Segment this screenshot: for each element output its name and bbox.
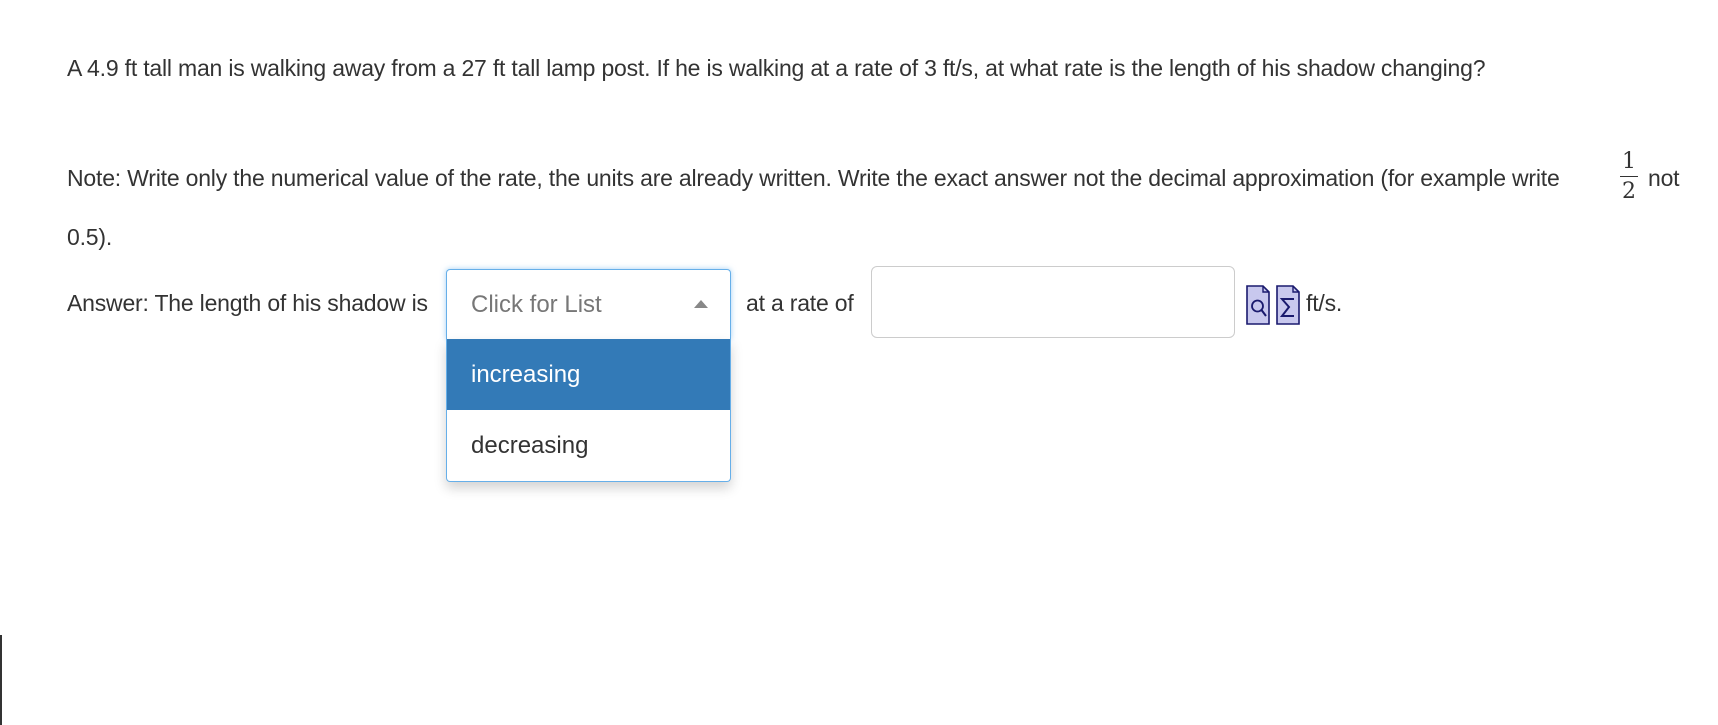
units-label: ft/s. [1306, 290, 1343, 316]
shadow-direction-select[interactable]: Click for List [446, 269, 731, 339]
note-text-after-fraction: not [1648, 165, 1680, 191]
rate-label: at a rate of [746, 290, 854, 316]
question-page: A 4.9 ft tall man is walking away from a… [0, 0, 1718, 725]
answer-prefix-label: Answer: The length of his shadow is [67, 290, 428, 316]
fraction-denominator: 2 [1622, 179, 1636, 204]
question-text: A 4.9 ft tall man is walking away from a… [67, 55, 1486, 81]
caret-up-icon[interactable] [694, 300, 708, 308]
select-dropdown-list: increasing decreasing [446, 339, 731, 482]
text-cursor [0, 635, 2, 725]
fraction-numerator: 1 [1622, 149, 1636, 174]
preview-document-icon[interactable] [1245, 284, 1271, 326]
fraction-bar [1620, 176, 1638, 177]
example-fraction: 1 2 [1620, 150, 1638, 204]
select-placeholder: Click for List [471, 291, 602, 318]
note-text: Note: Write only the numerical value of … [67, 165, 1560, 191]
note-text-line2: 0.5). [67, 224, 113, 250]
option-decreasing[interactable]: decreasing [447, 410, 730, 481]
option-increasing[interactable]: increasing [447, 339, 730, 410]
equation-editor-sigma-icon[interactable] [1275, 284, 1301, 326]
rate-answer-input[interactable] [871, 266, 1235, 338]
